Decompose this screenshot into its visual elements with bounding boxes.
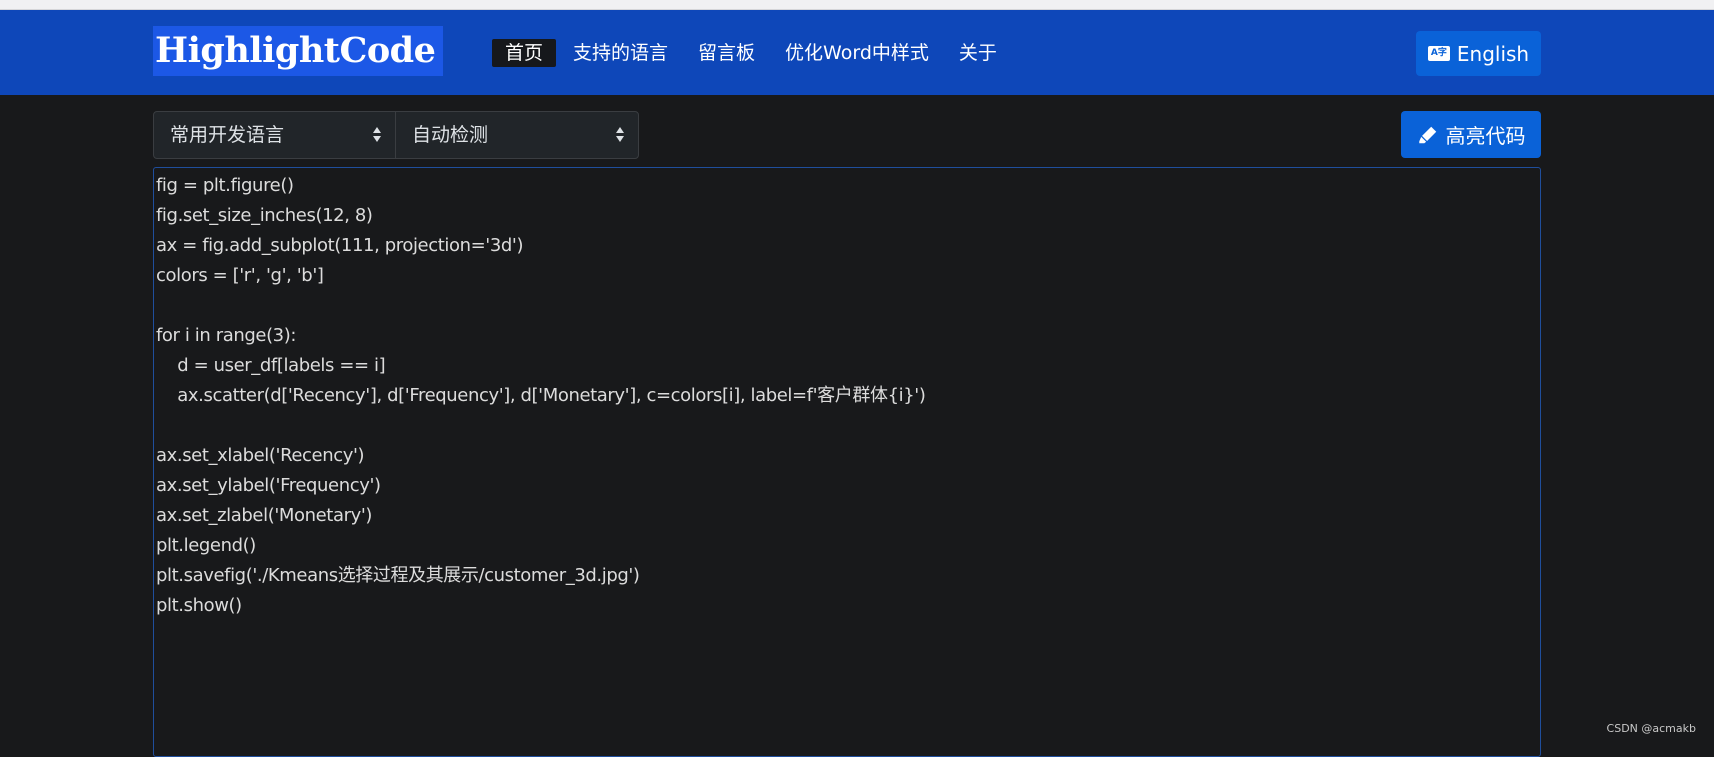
code-line: ax.set_xlabel('Recency'): [156, 445, 365, 466]
code-line: plt.legend(): [156, 535, 256, 556]
watermark: CSDN @acmakb: [1606, 722, 1696, 735]
code-line: colors = ['r', 'g', 'b']: [156, 265, 324, 286]
nav-item-about[interactable]: 关于: [946, 39, 1010, 67]
brand-logo[interactable]: HighlightCode: [153, 26, 443, 76]
code-line: fig = plt.figure(): [156, 175, 294, 196]
language-select-value: 自动检测: [412, 124, 489, 146]
code-line: ax.scatter(d['Recency'], d['Frequency'],…: [156, 385, 926, 406]
highlighter-pen-icon: [1418, 126, 1436, 143]
browser-top-strip: [0, 0, 1714, 10]
code-line: ax.set_ylabel('Frequency'): [156, 475, 381, 496]
code-line: d = user_df[labels == i]: [156, 355, 386, 376]
code-editor[interactable]: fig = plt.figure() fig.set_size_inches(1…: [153, 167, 1541, 757]
nav-item-guestbook[interactable]: 留言板: [685, 39, 768, 67]
translate-icon: A字: [1427, 46, 1450, 61]
highlight-code-button-label: 高亮代码: [1445, 124, 1526, 148]
code-line: plt.show(): [156, 595, 242, 616]
code-line: fig.set_size_inches(12, 8): [156, 205, 373, 226]
english-button[interactable]: A字 English: [1416, 31, 1541, 76]
highlight-code-button[interactable]: 高亮代码: [1401, 111, 1541, 158]
code-line: ax.set_zlabel('Monetary'): [156, 505, 373, 526]
navbar: HighlightCode 首页 支持的语言 留言板 优化Word中样式 关于 …: [0, 10, 1714, 95]
english-button-label: English: [1456, 41, 1530, 66]
category-select[interactable]: 常用开发语言: [153, 111, 396, 159]
nav-item-home[interactable]: 首页: [492, 39, 557, 67]
main-nav: 首页 支持的语言 留言板 优化Word中样式 关于: [492, 39, 1014, 67]
code-line: ax = fig.add_subplot(111, projection='3d…: [156, 235, 524, 256]
language-select[interactable]: 自动检测: [395, 111, 639, 159]
select-caret-icon: [373, 126, 381, 144]
code-line: for i in range(3):: [156, 325, 297, 346]
code-line: plt.savefig('./Kmeans选择过程及其展示/customer_3…: [156, 565, 640, 586]
category-select-value: 常用开发语言: [170, 124, 285, 146]
select-caret-icon: [616, 126, 624, 144]
nav-item-word-style[interactable]: 优化Word中样式: [772, 39, 942, 67]
nav-item-languages[interactable]: 支持的语言: [560, 39, 681, 67]
